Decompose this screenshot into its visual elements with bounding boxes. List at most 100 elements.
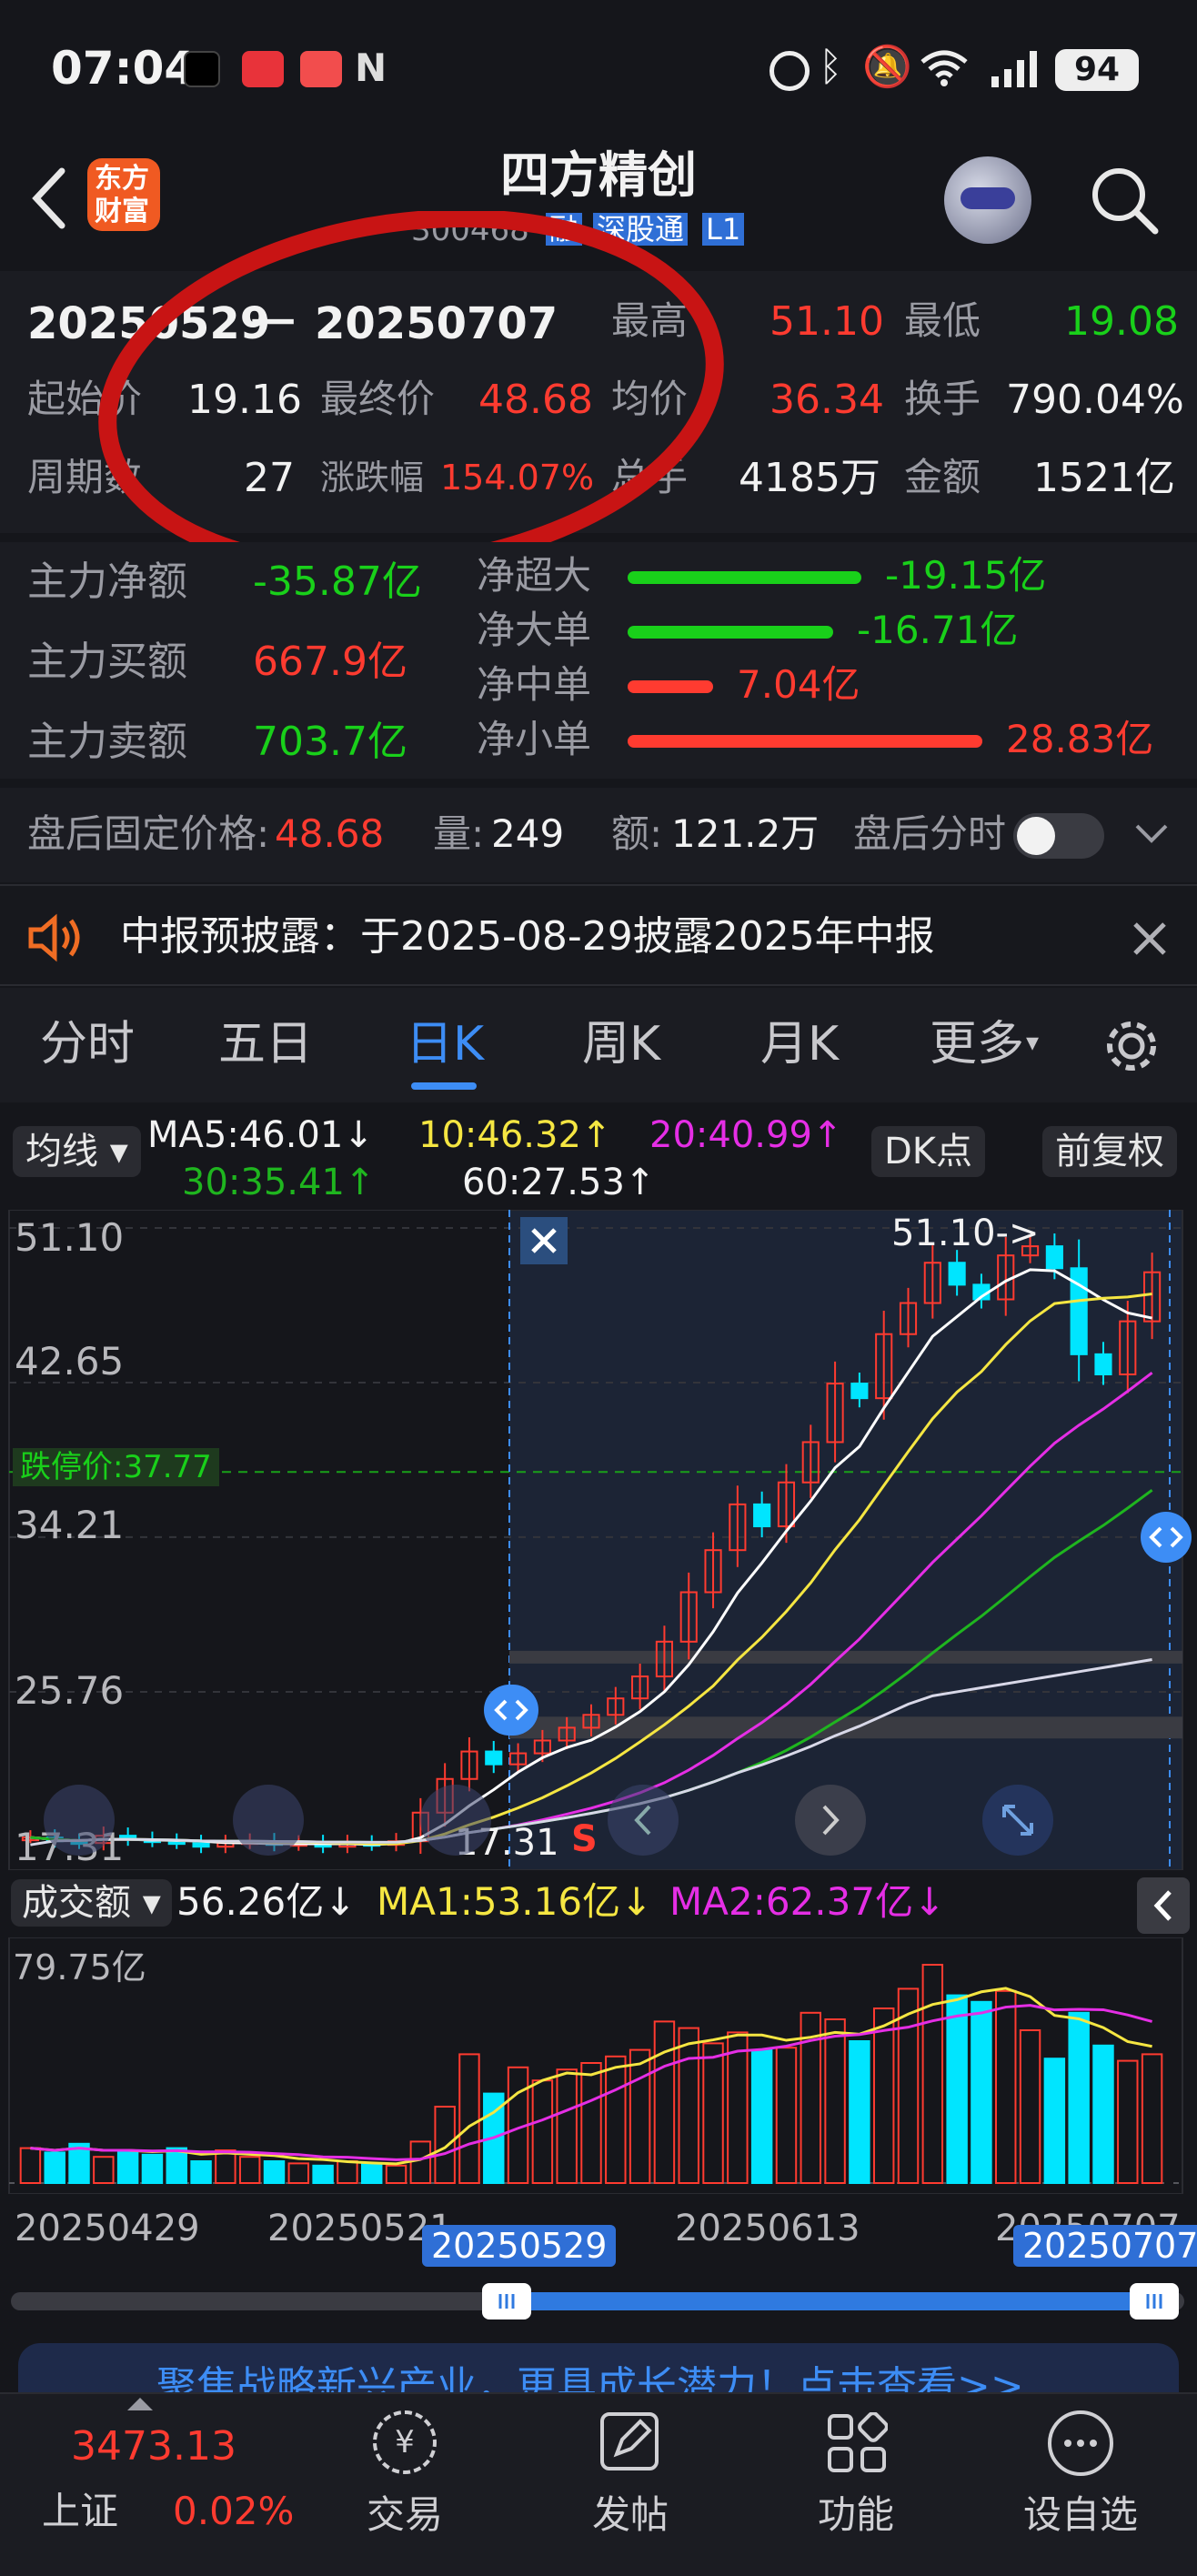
close-selection-icon[interactable] <box>520 1217 568 1264</box>
flow-value-0: -19.15亿 <box>885 553 1047 598</box>
afterhours-timeshare-label: 盘后分时 <box>853 811 1007 856</box>
close-icon[interactable] <box>1132 921 1168 957</box>
high-marker: 51.10-> <box>891 1213 1040 1254</box>
flow-breakdown: 净超大 -19.15亿 净大单 -16.71亿 净中单 7.04亿 净小单 28.83亿 <box>477 557 1186 775</box>
volume-bar <box>141 2153 164 2185</box>
alarm-icon <box>770 51 810 91</box>
next-candle-button[interactable] <box>795 1785 866 1856</box>
flow-bar-3 <box>628 735 982 748</box>
candle-body <box>1094 1353 1112 1375</box>
ma-selector-label: 均线 <box>25 1131 98 1172</box>
tab-day-k[interactable]: 日K <box>406 1021 484 1068</box>
prev-candle-button[interactable] <box>608 1785 679 1856</box>
volume-bar <box>1043 2058 1066 2184</box>
index-name[interactable]: 上证 <box>42 2492 118 2531</box>
afterhours-amt: 121.2万 <box>671 811 820 856</box>
index-value[interactable]: 3473.13 <box>71 2427 236 2467</box>
y-tick-2: 42.65 <box>15 1339 125 1384</box>
volume-selector-label: 成交额 <box>22 1882 131 1924</box>
tab-five-day[interactable]: 五日 <box>218 1021 313 1068</box>
fullscreen-icon[interactable] <box>982 1785 1053 1856</box>
post-edit-icon[interactable] <box>600 2412 659 2470</box>
candle-body <box>948 1262 966 1286</box>
volume-legend: 成交额 ▾ 56.26亿↓ MA1:53.16亿↓ MA2:62.37亿↓ <box>0 1872 1197 1936</box>
right-range-handle[interactable] <box>1141 1512 1192 1563</box>
afterhours-vol-label: 量: <box>433 811 485 856</box>
adjust-mode-button[interactable]: 前复权 <box>1042 1126 1177 1177</box>
volume-bar <box>605 2055 627 2184</box>
trade-icon[interactable]: ¥ <box>373 2410 437 2474</box>
y-tick-3: 34.21 <box>15 1503 125 1547</box>
active-tab-indicator <box>411 1082 477 1090</box>
range-slider-start-handle[interactable] <box>482 2283 531 2319</box>
volume-bar <box>409 2140 432 2184</box>
robot-assistant-icon[interactable] <box>944 156 1031 244</box>
sell-value: 703.7亿 <box>253 719 407 765</box>
high-value: 51.10 <box>770 298 884 345</box>
afterhours-toggle[interactable] <box>1013 813 1104 859</box>
afterhours-amt-label: 额: <box>611 811 663 856</box>
y-tick-1: 51.10 <box>15 1215 125 1260</box>
amount-value: 1521亿 <box>1033 455 1175 501</box>
volume-chart[interactable] <box>0 1937 1197 2194</box>
range-slider-end-handle[interactable] <box>1130 2283 1179 2319</box>
function-grid-icon[interactable] <box>826 2411 889 2474</box>
candle-body <box>850 1383 869 1400</box>
nav-trade[interactable]: 交易 <box>355 2496 455 2534</box>
bottom-nav: 3473.13 上证 0.02% ¥ 交易 发帖 功能 设自选 <box>0 2392 1197 2576</box>
volume-selector-button[interactable]: 成交额 ▾ <box>11 1879 172 1927</box>
candle-body <box>192 1842 210 1848</box>
ma10-value: 10:46.32↑ <box>418 1114 612 1156</box>
volume-bar <box>458 2053 480 2184</box>
index-change[interactable]: 0.02% <box>173 2492 294 2531</box>
zoom-out-button[interactable] <box>233 1785 304 1856</box>
volume-bar <box>287 2162 310 2184</box>
notice-bar[interactable]: 中报预披露：于2025-08-29披露2025年中报 <box>0 884 1197 986</box>
search-icon[interactable] <box>1088 164 1161 236</box>
nav-function[interactable]: 功能 <box>806 2496 906 2534</box>
tab-more[interactable]: 更多 <box>930 1021 1024 1068</box>
x-label-3: 20250613 <box>675 2208 860 2249</box>
tab-timeshare[interactable]: 分时 <box>40 1021 135 1068</box>
selected-end-date: 20250707 <box>1013 2225 1197 2267</box>
volume-bar <box>995 1989 1017 2184</box>
tiktok-icon <box>184 51 220 87</box>
volume-bar <box>580 2062 602 2184</box>
nav-add-watchlist[interactable]: 设自选 <box>1017 2496 1144 2534</box>
candlestick-chart[interactable] <box>0 1210 1197 1870</box>
dk-point-button[interactable]: DK点 <box>871 1126 986 1177</box>
tab-month-k[interactable]: 月K <box>760 1021 839 1068</box>
net-value: -35.87亿 <box>253 558 422 605</box>
volume-bar <box>849 2040 870 2184</box>
huawei-app-icon <box>242 51 284 87</box>
x-label-1: 20250429 <box>15 2208 200 2249</box>
ma-selector-button[interactable]: 均线 ▾ <box>13 1126 141 1177</box>
notice-text: 中报预披露：于2025-08-29披露2025年中报 <box>120 913 935 960</box>
scroll-left-button[interactable] <box>44 1785 115 1856</box>
collapse-panel-icon[interactable] <box>1137 1877 1190 1934</box>
mute-icon: 🔕 <box>862 44 912 90</box>
left-range-handle[interactable] <box>484 1685 538 1736</box>
tab-week-k[interactable]: 周K <box>582 1021 660 1068</box>
chart-tabs: 分时 五日 日K 周K 月K 更多 ▾ <box>0 988 1197 1102</box>
candle-body <box>485 1750 503 1766</box>
volume-bar <box>1092 2044 1114 2184</box>
volume-bar <box>653 2020 676 2185</box>
volume-ma2: MA2:62.37亿↓ <box>669 1879 946 1924</box>
volume-ma1: MA1:53.16亿↓ <box>377 1879 653 1924</box>
expand-up-icon[interactable] <box>127 2398 153 2410</box>
volume-bar <box>702 2042 724 2185</box>
candle-body <box>753 1503 771 1528</box>
dk-point-label: DK点 <box>884 1131 973 1172</box>
volume-bar <box>750 2048 773 2184</box>
battery-icon: 94 <box>1055 49 1139 91</box>
chevron-down-icon[interactable] <box>1133 820 1170 848</box>
avg-value: 36.34 <box>770 377 884 423</box>
zoom-in-button[interactable] <box>420 1785 491 1856</box>
nav-post[interactable]: 发帖 <box>580 2496 680 2534</box>
after-hours-bar: 盘后固定价格: 48.68 量: 249 额: 121.2万 盘后分时 <box>0 788 1197 882</box>
more-dots-icon[interactable] <box>1048 2410 1113 2476</box>
wifi-icon <box>919 49 970 87</box>
status-time: 07:04 <box>51 42 196 95</box>
settings-gear-icon[interactable] <box>1104 1019 1159 1073</box>
